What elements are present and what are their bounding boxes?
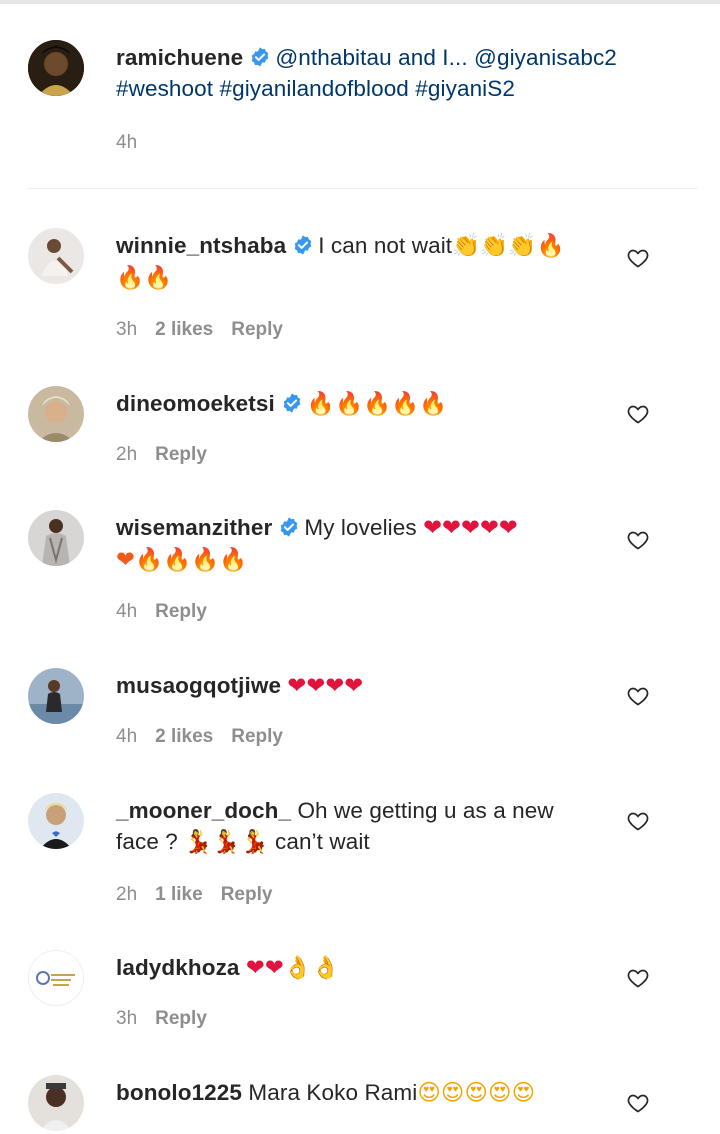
comment-likes[interactable]: 2 likes bbox=[155, 319, 213, 340]
caption-mentions[interactable]: @nthabitau and I... @giyanisabc2 bbox=[275, 45, 617, 70]
comment-time: 3h bbox=[116, 319, 138, 340]
avatar[interactable] bbox=[28, 950, 84, 1006]
top-edge bbox=[0, 0, 720, 4]
comment-meta: 4h Reply bbox=[116, 601, 225, 623]
heart-outline-icon[interactable] bbox=[626, 809, 650, 833]
comment-username[interactable]: bonolo1225 bbox=[116, 1080, 242, 1105]
heart-outline-icon[interactable] bbox=[626, 246, 650, 270]
comment-emoji: 👏👏👏🔥 bbox=[452, 233, 565, 259]
heart-outline-icon[interactable] bbox=[626, 684, 650, 708]
reply-button[interactable]: Reply bbox=[231, 726, 283, 747]
avatar[interactable] bbox=[28, 386, 84, 442]
avatar[interactable] bbox=[28, 228, 84, 284]
reply-button[interactable]: Reply bbox=[231, 319, 283, 340]
comment-emoji: ❤❤👌👌 bbox=[245, 955, 341, 981]
comment-username[interactable]: wisemanzither bbox=[116, 515, 272, 540]
comment-emoji: 😍😍😍😍😍 bbox=[417, 1080, 536, 1106]
caption-meta: 4h bbox=[116, 132, 155, 154]
comment-emoji: ❤❤❤❤❤ bbox=[423, 515, 518, 541]
comment-username[interactable]: ladydkhoza bbox=[116, 955, 240, 980]
comment-username[interactable]: dineomoeketsi bbox=[116, 391, 275, 416]
divider bbox=[28, 188, 698, 189]
comment-meta: 4h 2 likes Reply bbox=[116, 726, 301, 748]
heart-outline-icon[interactable] bbox=[626, 528, 650, 552]
comment-text: face ? bbox=[116, 829, 178, 854]
comment-emoji: 💃💃💃 bbox=[184, 829, 269, 855]
comment-time: 4h bbox=[116, 601, 138, 622]
heart-outline-icon[interactable] bbox=[626, 402, 650, 426]
comment-time: 3h bbox=[116, 1008, 138, 1029]
comment-text: can’t wait bbox=[274, 829, 370, 854]
reply-button[interactable]: Reply bbox=[155, 444, 207, 465]
comment-text: I can not wait bbox=[318, 233, 453, 258]
comment-time: 2h bbox=[116, 884, 138, 905]
comment-meta: 2h Reply bbox=[116, 444, 225, 466]
verified-badge-icon bbox=[281, 517, 298, 537]
avatar[interactable] bbox=[28, 668, 84, 724]
comment-meta: 2h 1 like Reply bbox=[116, 884, 290, 906]
avatar[interactable] bbox=[28, 40, 84, 96]
comment-username[interactable]: _mooner_doch_ bbox=[116, 798, 291, 823]
reply-button[interactable]: Reply bbox=[221, 884, 273, 905]
comment-username[interactable]: musaogqotjiwe bbox=[116, 673, 281, 698]
comment-meta: 3h Reply bbox=[116, 1008, 225, 1030]
avatar[interactable] bbox=[28, 1075, 84, 1131]
comment-username[interactable]: winnie_ntshaba bbox=[116, 233, 286, 258]
comment-text: My lovelies bbox=[304, 515, 417, 540]
comment-time: 4h bbox=[116, 726, 138, 747]
comment-text: Oh we getting u as a new bbox=[297, 798, 554, 823]
heart-outline-icon[interactable] bbox=[626, 966, 650, 990]
comment-emoji: 🔥🔥🔥🔥🔥 bbox=[306, 391, 448, 417]
caption-username[interactable]: ramichuene bbox=[116, 45, 243, 70]
comment-emoji: 🔥🔥 bbox=[116, 265, 173, 291]
comment-emoji: ❤🔥🔥🔥🔥 bbox=[116, 547, 248, 573]
verified-badge-icon bbox=[283, 393, 301, 413]
avatar[interactable] bbox=[28, 510, 84, 566]
comment-likes[interactable]: 1 like bbox=[155, 884, 203, 905]
comment-text: Mara Koko Rami bbox=[248, 1080, 418, 1105]
reply-button[interactable]: Reply bbox=[155, 1008, 207, 1029]
reply-button[interactable]: Reply bbox=[155, 601, 207, 622]
verified-badge-icon bbox=[294, 235, 312, 255]
avatar[interactable] bbox=[28, 793, 84, 849]
heart-outline-icon[interactable] bbox=[626, 1091, 650, 1115]
comment-time: 2h bbox=[116, 444, 138, 465]
comment-emoji: ❤❤❤❤ bbox=[287, 673, 364, 699]
caption-hashtags[interactable]: #weshoot #giyanilandofblood #giyaniS2 bbox=[116, 76, 515, 101]
caption-text: ramichuene @nthabitau and I... @giyanisab… bbox=[116, 42, 676, 104]
comment-likes[interactable]: 2 likes bbox=[155, 726, 213, 747]
verified-badge-icon bbox=[252, 47, 269, 67]
caption-time: 4h bbox=[116, 132, 138, 153]
comment-meta: 3h 2 likes Reply bbox=[116, 319, 301, 341]
